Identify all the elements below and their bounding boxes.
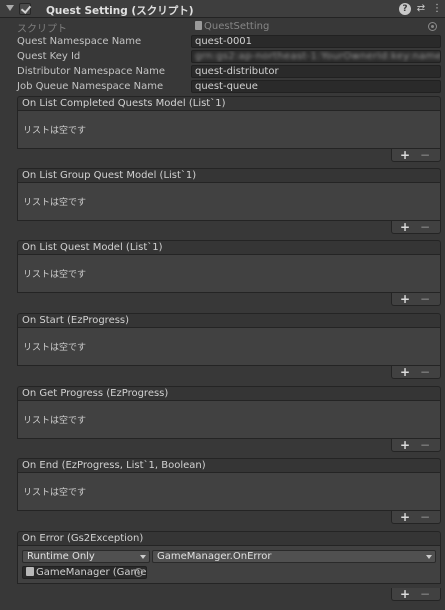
target-object-field[interactable]: GameManager (Game xyxy=(22,566,147,579)
foldout-arrow-icon[interactable] xyxy=(6,5,14,11)
add-listener-button[interactable]: + xyxy=(400,587,410,601)
preset-icon[interactable]: ⇄ xyxy=(415,3,427,15)
event-header-on-list-quest-model: On List Quest Model (List`1) xyxy=(17,240,441,255)
object-picker-icon xyxy=(428,22,437,31)
event-footer: + − xyxy=(391,220,441,234)
component-title: Quest Setting (スクリプト) xyxy=(46,5,194,17)
event-list-on-list-group-quest-model: リストは空です xyxy=(17,183,441,221)
remove-listener-button[interactable]: − xyxy=(420,292,430,306)
event-footer: + − xyxy=(391,148,441,162)
event-list-on-list-completed-quests-model: リストは空です xyxy=(17,111,441,149)
chevron-down-icon xyxy=(140,555,146,559)
event-list-on-get-progress: リストは空です xyxy=(17,401,441,439)
more-options-icon[interactable]: ⋮ xyxy=(431,3,443,15)
empty-list-text: リストは空です xyxy=(23,198,87,208)
event-list-on-error: Runtime Only GameManager.OnError GameMan… xyxy=(17,546,441,584)
empty-list-text: リストは空です xyxy=(23,343,87,353)
quest-namespace-input[interactable]: quest-0001 xyxy=(191,35,441,48)
event-list-on-end: リストは空です xyxy=(17,473,441,511)
runtime-mode-dropdown[interactable]: Runtime Only xyxy=(22,550,150,563)
quest-namespace-label: Quest Namespace Name xyxy=(17,36,142,47)
remove-listener-button[interactable]: − xyxy=(420,365,430,379)
component-header: Quest Setting (スクリプト) ? ⇄ ⋮ xyxy=(0,0,445,18)
add-listener-button[interactable]: + xyxy=(400,292,410,306)
script-file-icon xyxy=(195,21,202,30)
remove-listener-button[interactable]: − xyxy=(420,220,430,234)
remove-listener-button[interactable]: − xyxy=(420,438,430,452)
event-header-on-list-group-quest-model: On List Group Quest Model (List`1) xyxy=(17,168,441,183)
empty-list-text: リストは空です xyxy=(23,488,87,498)
event-footer: + − xyxy=(391,292,441,306)
event-header-on-list-completed-quests-model: On List Completed Quests Model (List`1) xyxy=(17,96,441,111)
event-header-on-end: On End (EzProgress, List`1, Boolean) xyxy=(17,458,441,473)
event-header-on-get-progress: On Get Progress (EzProgress) xyxy=(17,386,441,401)
empty-list-text: リストは空です xyxy=(23,416,87,426)
script-field: QuestSetting xyxy=(191,20,441,33)
remove-listener-button[interactable]: − xyxy=(420,510,430,524)
empty-list-text: リストは空です xyxy=(23,126,87,136)
add-listener-button[interactable]: + xyxy=(400,220,410,234)
help-icon[interactable]: ? xyxy=(399,3,411,15)
event-list-on-list-quest-model: リストは空です xyxy=(17,255,441,293)
function-dropdown[interactable]: GameManager.OnError xyxy=(152,550,436,563)
component-enabled-checkbox[interactable] xyxy=(19,3,31,15)
script-label: スクリプト xyxy=(17,24,67,35)
event-footer: + − xyxy=(391,587,441,601)
add-listener-button[interactable]: + xyxy=(400,148,410,162)
chevron-down-icon xyxy=(426,555,432,559)
event-footer: + − xyxy=(391,510,441,524)
script-name: QuestSetting xyxy=(204,21,270,32)
object-picker-icon[interactable] xyxy=(134,568,143,577)
quest-key-id-label: Quest Key Id xyxy=(17,51,81,62)
distributor-namespace-label: Distributor Namespace Name xyxy=(17,66,166,77)
empty-list-text: リストは空です xyxy=(23,270,87,280)
add-listener-button[interactable]: + xyxy=(400,510,410,524)
job-queue-namespace-input[interactable]: quest-queue xyxy=(191,80,441,93)
add-listener-button[interactable]: + xyxy=(400,365,410,379)
event-footer: + − xyxy=(391,438,441,452)
quest-key-id-input[interactable]: grn:gs2:ap-northeast-1:YourOwnerId:key:n… xyxy=(191,50,441,63)
remove-listener-button[interactable]: − xyxy=(420,587,430,601)
add-listener-button[interactable]: + xyxy=(400,438,410,452)
distributor-namespace-input[interactable]: quest-distributor xyxy=(191,65,441,78)
job-queue-namespace-label: Job Queue Namespace Name xyxy=(17,81,164,92)
remove-listener-button[interactable]: − xyxy=(420,148,430,162)
event-header-on-start: On Start (EzProgress) xyxy=(17,313,441,328)
gameobject-icon xyxy=(26,567,34,576)
event-footer: + − xyxy=(391,365,441,379)
event-header-on-error: On Error (Gs2Exception) xyxy=(17,531,441,546)
event-list-on-start: リストは空です xyxy=(17,328,441,366)
